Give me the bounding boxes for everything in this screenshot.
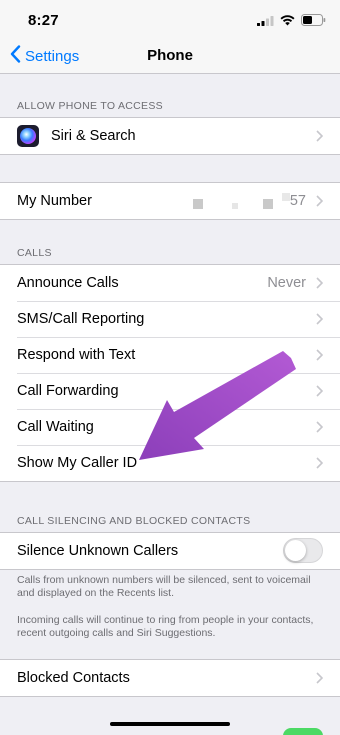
announce-calls-value: Never (267, 275, 306, 291)
row-call-waiting[interactable]: Call Waiting (0, 409, 340, 445)
group-calls: Announce Calls Never SMS/Call Reporting … (0, 264, 340, 482)
chevron-right-icon (316, 457, 323, 469)
redacted-mark (282, 193, 290, 201)
section-header-call-silencing: CALL SILENCING AND BLOCKED CONTACTS (17, 515, 251, 527)
row-label: Call Waiting (17, 419, 94, 435)
status-bar: 8:27 (0, 0, 340, 40)
siri-icon (17, 125, 39, 147)
status-time: 8:27 (28, 12, 59, 29)
row-label: SMS/Call Reporting (17, 311, 145, 327)
silence-footer-text-1: Calls from unknown numbers will be silen… (17, 574, 311, 599)
page-title: Phone (147, 47, 193, 64)
chevron-right-icon (316, 313, 323, 325)
chevron-right-icon (316, 130, 323, 142)
row-silence-unknown-callers: Silence Unknown Callers (0, 533, 340, 569)
group-call-silencing: Silence Unknown Callers (0, 532, 340, 570)
cellular-signal-icon (257, 13, 274, 31)
row-respond-with-text[interactable]: Respond with Text (0, 337, 340, 373)
row-call-forwarding[interactable]: Call Forwarding (0, 373, 340, 409)
my-number-value: 57 (289, 193, 306, 209)
section-header-calls: CALLS (17, 247, 52, 259)
silence-footer-text-2: Incoming calls will continue to ring fro… (17, 614, 314, 639)
row-announce-calls[interactable]: Announce Calls Never (0, 265, 340, 301)
chevron-right-icon (316, 385, 323, 397)
row-label: Siri & Search (51, 128, 136, 144)
row-my-number[interactable]: My Number 57 (0, 183, 340, 219)
group-my-number: My Number 57 (0, 182, 340, 220)
redacted-mark (193, 199, 203, 209)
partial-toggle[interactable] (283, 728, 323, 735)
home-indicator (110, 722, 230, 726)
row-label: Respond with Text (17, 347, 136, 363)
row-label: Call Forwarding (17, 383, 119, 399)
section-header-allow-access: ALLOW PHONE TO ACCESS (17, 100, 163, 112)
row-sms-call-reporting[interactable]: SMS/Call Reporting (0, 301, 340, 337)
navigation-bar: Settings Phone (0, 40, 340, 74)
row-label: My Number (17, 193, 92, 209)
chevron-right-icon (316, 421, 323, 433)
silence-unknown-callers-toggle[interactable] (283, 538, 323, 563)
wifi-icon (280, 13, 295, 31)
group-allow-access: Siri & Search (0, 117, 340, 155)
chevron-right-icon (316, 349, 323, 361)
row-label: Show My Caller ID (17, 455, 138, 471)
chevron-right-icon (316, 195, 323, 207)
chevron-right-icon (316, 672, 323, 684)
battery-icon (301, 13, 326, 31)
status-icons (257, 13, 326, 31)
chevron-right-icon (316, 277, 323, 289)
row-show-my-caller-id[interactable]: Show My Caller ID (0, 445, 340, 481)
row-label: Announce Calls (17, 275, 119, 291)
group-blocked-contacts: Blocked Contacts (0, 659, 340, 697)
row-siri-search[interactable]: Siri & Search (0, 118, 340, 154)
redacted-mark (263, 199, 273, 209)
row-label: Silence Unknown Callers (17, 543, 179, 559)
toggle-knob (285, 540, 306, 561)
redacted-mark (232, 203, 238, 209)
row-label: Blocked Contacts (17, 670, 130, 686)
row-blocked-contacts[interactable]: Blocked Contacts (0, 660, 340, 696)
